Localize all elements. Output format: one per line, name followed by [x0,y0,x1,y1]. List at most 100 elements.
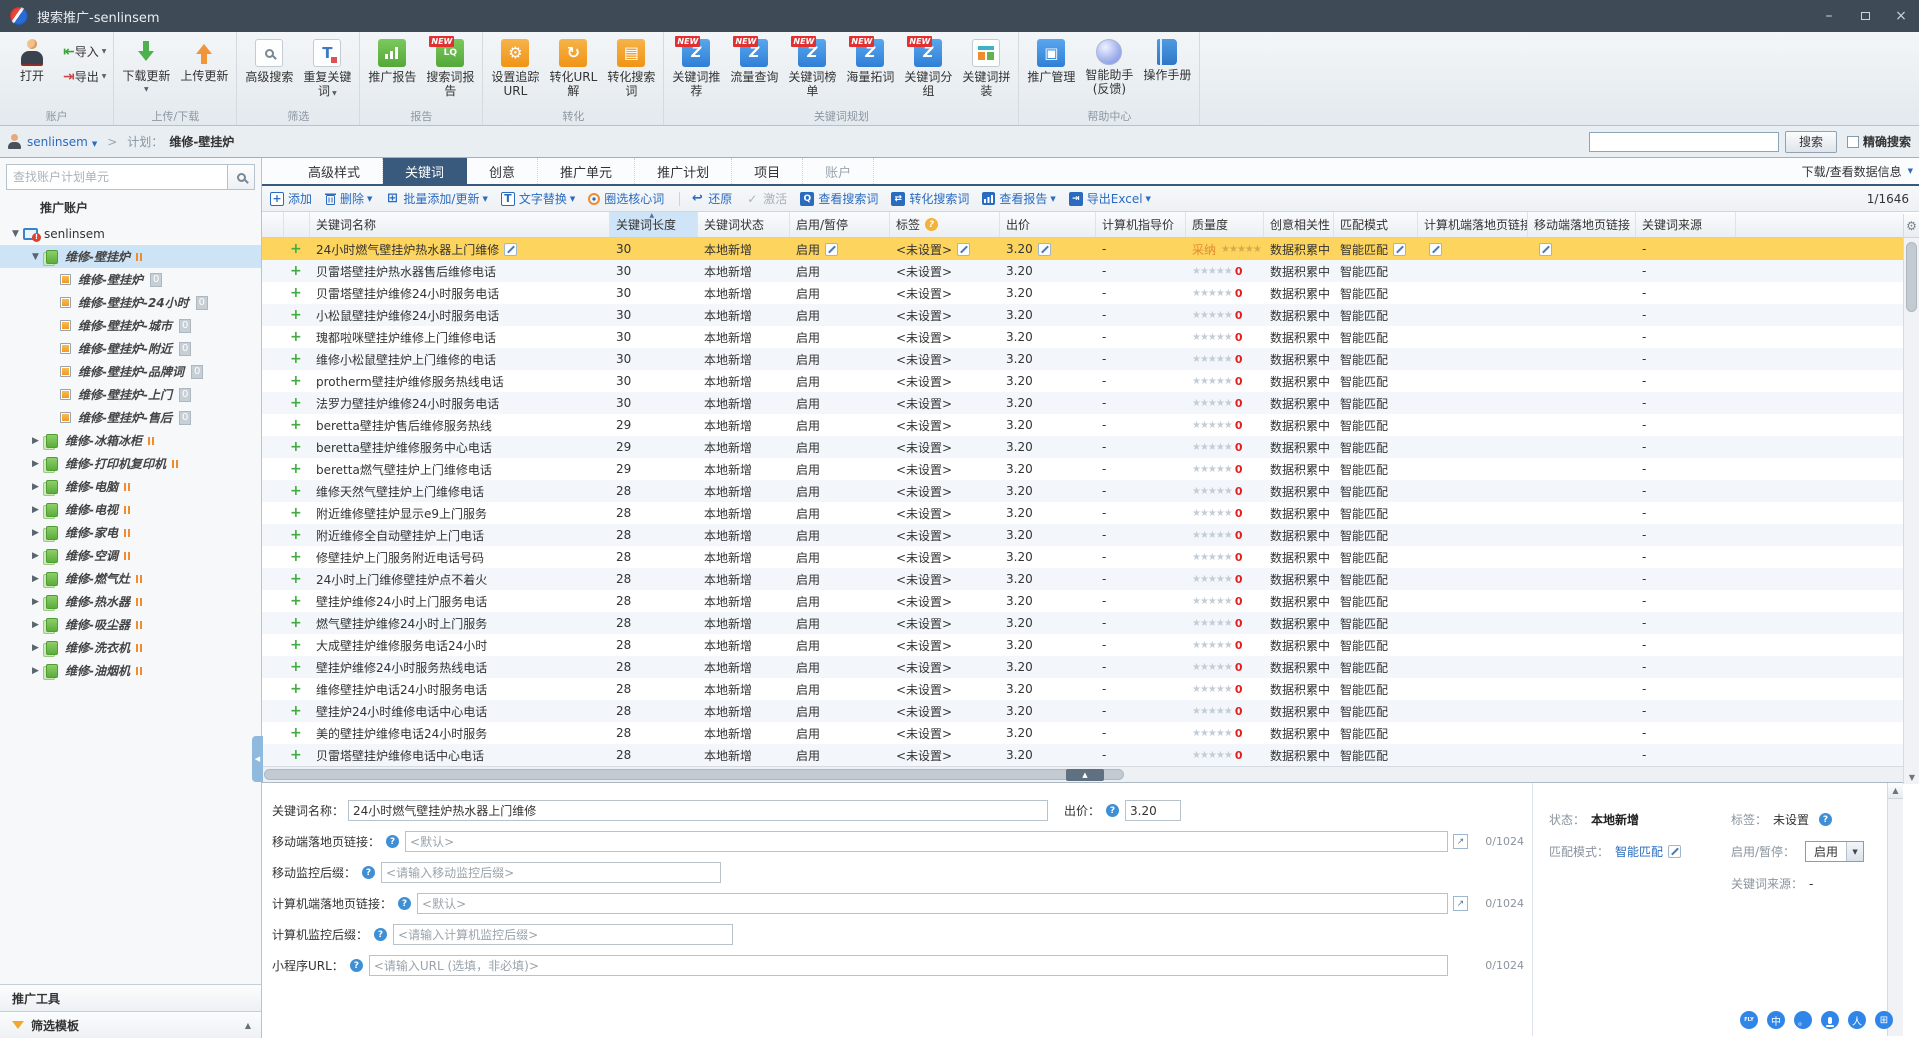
bid-input[interactable] [1125,800,1182,821]
edit-icon[interactable] [1429,242,1442,256]
view-report-button[interactable]: 查看报告 [982,190,1055,207]
edit-icon[interactable] [1037,242,1051,256]
add-keyword-icon[interactable]: + [290,285,302,301]
tree-unit-row[interactable]: 维修-壁挂炉-附近 0 [0,337,261,360]
add-keyword-icon[interactable]: + [290,637,302,653]
breadcrumb-account[interactable]: senlinsem [27,135,97,149]
column-header-mobile-landing-url[interactable]: 移动端落地页链接 [1528,212,1636,237]
advanced-search-button[interactable]: 高级搜索 [240,35,298,84]
scroll-up-icon[interactable]: ▲ [1888,783,1903,799]
help-icon[interactable] [349,959,363,972]
pc-suffix-input[interactable] [393,924,734,945]
minimize-button[interactable]: – [1811,0,1847,32]
chevron-right-icon[interactable]: ▶ [28,505,43,515]
column-header-tag[interactable]: 标签? [890,212,1000,237]
add-keyword-icon[interactable]: + [290,439,302,455]
tree-plan-row[interactable]: ▶ 维修-吸尘器 [0,613,261,636]
add-keyword-icon[interactable]: + [290,571,302,587]
add-keyword-icon[interactable]: + [290,725,302,741]
download-view-data-link[interactable]: 下载/查看数据信息 [1802,158,1919,184]
table-row[interactable]: + 修壁挂炉上门服务附近电话号码 28 本地新增 启用 <未设置> 3.20 - ★★★★★ 0 数… [262,546,1903,568]
tree-unit-row[interactable]: 维修-壁挂炉-上门 0 [0,383,261,406]
tree-plan-row[interactable]: ▶ 维修-热水器 [0,590,261,613]
match-mode-value[interactable]: 智能匹配 [1615,843,1663,860]
edit-icon[interactable] [825,242,839,256]
table-row[interactable]: + 法罗力壁挂炉维修24小时服务电话 30 本地新增 启用 <未设置> 3.20 - ★★★★★… [262,392,1903,414]
delete-button[interactable]: 删除 [325,190,372,207]
tree-unit-row[interactable]: 维修-壁挂炉-24小时 0 [0,291,261,314]
tree-unit-row[interactable]: 维修-壁挂炉 0 [0,268,261,291]
searchword-report-button[interactable]: NEW LQ 搜索词报告 [421,35,479,98]
add-keyword-icon[interactable]: + [290,527,302,543]
panel-collapse-button[interactable]: ▲ [1066,769,1104,781]
chevron-down-icon[interactable]: ▼ [8,229,23,239]
tab-plan[interactable]: 推广计划 [635,158,733,184]
help-icon[interactable] [362,866,376,879]
view-searchwords-button[interactable]: Q 查看搜索词 [800,190,878,207]
sidebar-collapse-handle[interactable]: ◀ [252,736,263,782]
top-search-input[interactable] [1588,131,1779,152]
promotion-report-button[interactable]: 推广报告 [363,35,421,84]
open-link-icon[interactable] [1453,834,1468,849]
table-row[interactable]: + 维修小松鼠壁挂炉上门维修的电话 30 本地新增 启用 <未设置> 3.20 - ★★★★★ 0… [262,348,1903,370]
pc-url-input[interactable] [417,893,1448,914]
traffic-query-button[interactable]: NEW Z 流量查询 [725,35,783,84]
batch-add-update-button[interactable]: ⊞ 批量添加/更新 [385,190,487,207]
mass-keyword-expand-button[interactable]: NEW Z 海量拓词 [841,35,899,84]
ime-logo-icon[interactable]: FLY [1740,1011,1758,1029]
smart-assistant-button[interactable]: 智能助手(反馈) [1080,35,1138,96]
set-tracking-url-button[interactable]: ⚙ 设置追踪URL [486,35,544,98]
tab-advanced-style[interactable]: 高级样式 [286,158,384,184]
operation-manual-button[interactable]: 操作手册 [1138,35,1196,82]
column-header-bid[interactable]: 出价 [1000,212,1096,237]
table-row[interactable]: +24小时燃气壁挂炉热水器上门维修 30 本地新增 启用 <未设置> 3.20- 采纳 ★★★… [262,238,1903,260]
help-icon[interactable] [1106,804,1120,817]
column-header-keyword-source[interactable]: 关键词来源 [1636,212,1736,237]
table-row[interactable]: +24小时上门维修壁挂炉点不着火 28 本地新增 启用 <未设置> 3.20 - ★★★★★ 0… [262,568,1903,590]
upload-update-button[interactable]: 上传更新 [175,35,233,83]
add-keyword-icon[interactable]: + [290,351,302,367]
filter-template-bar[interactable]: 筛选模板 ▲ [0,1011,261,1038]
column-settings-button[interactable]: ⚙ [1904,214,1919,238]
tree-unit-row[interactable]: 维修-壁挂炉-城市 0 [0,314,261,337]
horizontal-scrollbar[interactable]: ▲ [262,766,1903,782]
edit-icon[interactable] [957,242,971,256]
tree-plan-row[interactable]: ▶ 维修-冰箱冰柜 [0,429,261,452]
chevron-right-icon[interactable]: ▶ [28,574,43,584]
add-keyword-icon[interactable]: + [290,659,302,675]
table-row[interactable]: + beretta壁挂炉售后维修服务热线 29 本地新增 启用 <未设置> 3.20 - ★★★… [262,414,1903,436]
ime-mic-icon[interactable] [1821,1011,1839,1029]
table-row[interactable]: + 贝雷塔壁挂炉热水器售后维修电话 30 本地新增 启用 <未设置> 3.20 - ★★★★★ 0… [262,260,1903,282]
add-keyword-icon[interactable]: + [290,395,302,411]
tab-account[interactable]: 账户 [803,158,875,184]
promotion-tools-bar[interactable]: 推广工具 [0,984,261,1011]
horizontal-scrollbar-thumb[interactable] [264,769,1124,780]
tree-plan-row[interactable]: ▶ 维修-电脑 [0,475,261,498]
tab-project[interactable]: 项目 [732,158,804,184]
sidebar-search-button[interactable] [228,164,255,190]
table-row[interactable]: + 美的壁挂炉维修电话24小时服务 28 本地新增 启用 <未设置> 3.20 - ★★★★★ 0… [262,722,1903,744]
ime-punctuation-icon[interactable]: 。 [1794,1011,1812,1029]
tree-plan-row[interactable]: ▶ 维修-打印机复印机 [0,452,261,475]
import-button[interactable]: ⇤ 导入 [63,43,106,60]
column-header-quality[interactable]: 质量度 [1186,212,1264,237]
download-update-button[interactable]: 下载更新 [117,35,175,97]
table-row[interactable]: + 壁挂炉维修24小时服务热线电话 28 本地新增 启用 <未设置> 3.20 - ★★★★★ 0… [262,656,1903,678]
table-row[interactable]: + protherm壁挂炉维修服务热线电话 30 本地新增 启用 <未设置> 3.20 - ★★… [262,370,1903,392]
column-header-pc-guide-price[interactable]: 计算机指导价 [1096,212,1186,237]
keyword-ranking-button[interactable]: NEW Z 关键词榜单 [783,35,841,98]
table-row[interactable]: + 贝雷塔壁挂炉维修电话中心电话 28 本地新增 启用 <未设置> 3.20 - ★★★★★ 0 数… [262,744,1903,766]
chevron-right-icon[interactable]: ▶ [28,666,43,676]
add-keyword-icon[interactable]: + [290,329,302,345]
chevron-up-icon[interactable]: ▲ [245,1021,251,1030]
tree-plan-row[interactable]: ▶ 维修-家电 [0,521,261,544]
chevron-right-icon[interactable]: ▶ [28,551,43,561]
ime-keyboard-icon[interactable]: ⊞ [1875,1011,1893,1029]
convert-url-button[interactable]: ↻ 转化URL解 [544,35,602,98]
chevron-right-icon[interactable]: ▶ [28,459,43,469]
miniprogram-url-input[interactable] [368,955,1448,976]
add-keyword-icon[interactable]: + [290,263,302,279]
tree-unit-row[interactable]: 维修-壁挂炉-售后 0 [0,406,261,429]
chevron-down-icon[interactable]: ▼ [28,252,43,262]
column-header-match-mode[interactable]: 匹配模式 [1334,212,1418,237]
